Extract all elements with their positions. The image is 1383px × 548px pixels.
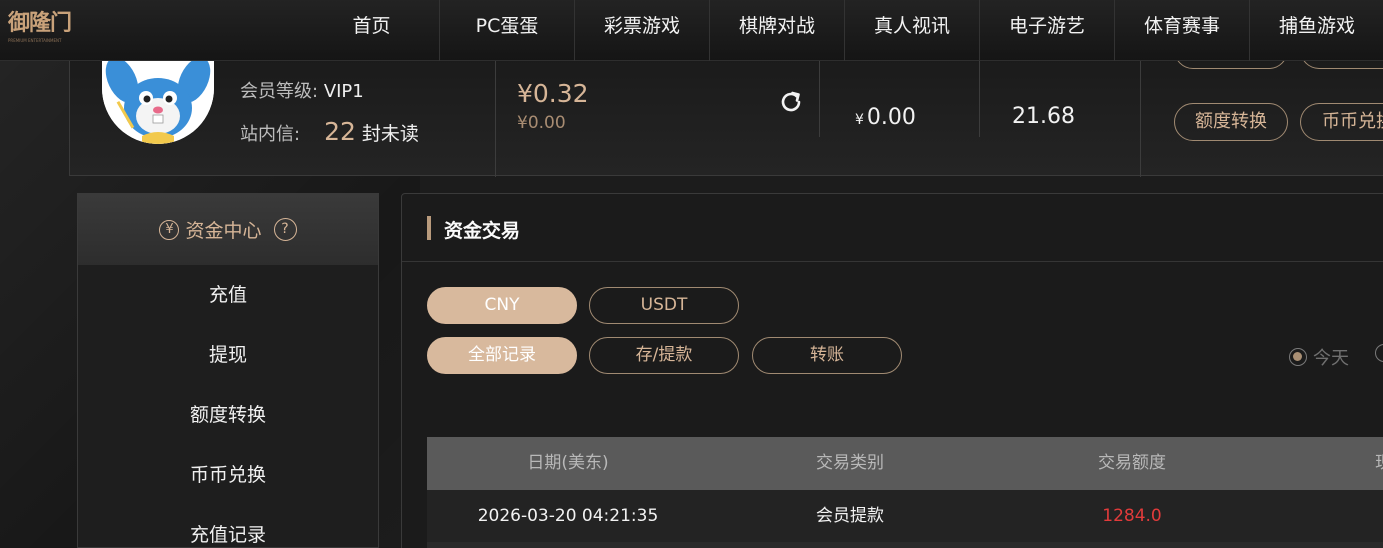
exchange-button[interactable]: 币币兑换 bbox=[1300, 103, 1383, 141]
other-balance: 21.68 bbox=[1012, 104, 1075, 129]
panel-header: 资金交易 bbox=[402, 194, 1383, 262]
funds-sidebar: ¥ 资金中心 ? 充值 提现 额度转换 币币兑换 充值记录 bbox=[77, 193, 379, 548]
cell-type: 会员提款 bbox=[816, 506, 884, 526]
sidebar-title: 资金中心 bbox=[185, 220, 262, 242]
panel-title: 资金交易 bbox=[444, 220, 521, 242]
wallet-balance-value: 0.00 bbox=[866, 105, 916, 130]
nav-item-fishing[interactable]: 捕鱼游戏 bbox=[1249, 0, 1383, 61]
divider bbox=[819, 61, 820, 137]
sidebar-item-transfer[interactable]: 额度转换 bbox=[78, 385, 378, 445]
unread-label: 封未读 bbox=[361, 123, 419, 145]
table-row bbox=[427, 542, 1383, 548]
vip-level-label: 会员等级: bbox=[240, 81, 319, 102]
table-row[interactable]: 2026-03-20 04:21:35 会员提款 1284.0 bbox=[427, 490, 1383, 542]
brand-logo-subtitle: PREMIUM ENTERTAINMENT bbox=[8, 38, 62, 43]
unread-count: 22 bbox=[324, 117, 356, 146]
account-summary: 会员等级: VIP1 站内信: 22 封未读 ¥0.32 ¥0.00 ¥0.00… bbox=[69, 31, 1383, 177]
transactions-table: 日期(美东) 交易类别 交易额度 现 2026-03-20 04:21:35 会… bbox=[427, 437, 1383, 548]
vip-level-value: VIP1 bbox=[323, 81, 364, 102]
col-header-more: 现 bbox=[1273, 437, 1383, 490]
inbox-summary[interactable]: 站内信: 22 封未读 bbox=[240, 117, 419, 146]
radio-checked-icon[interactable] bbox=[1289, 348, 1307, 366]
sidebar-item-withdraw[interactable]: 提现 bbox=[78, 325, 378, 385]
top-navbar: 御隆门 PREMIUM ENTERTAINMENT 首页 PC蛋蛋 彩票游戏 棋… bbox=[0, 0, 1383, 61]
sidebar-item-deposit-history[interactable]: 充值记录 bbox=[78, 505, 378, 548]
nav-item-pc-egg[interactable]: PC蛋蛋 bbox=[439, 0, 574, 61]
nav-item-slots[interactable]: 电子游艺 bbox=[979, 0, 1114, 61]
cell-more bbox=[1273, 490, 1383, 542]
help-icon[interactable]: ? bbox=[273, 218, 297, 241]
col-header-amount: 交易额度 bbox=[1098, 453, 1166, 473]
nav-item-lottery[interactable]: 彩票游戏 bbox=[574, 0, 709, 61]
yen-circle-icon: ¥ bbox=[159, 219, 180, 240]
date-filter-today-label: 今天 bbox=[1313, 348, 1349, 369]
main-balance: ¥0.32 bbox=[517, 79, 589, 108]
date-filter-today[interactable]: 今天 bbox=[1289, 344, 1349, 370]
brand-logo[interactable]: 御隆门 PREMIUM ENTERTAINMENT bbox=[8, 8, 78, 48]
divider bbox=[495, 45, 496, 177]
brand-logo-text: 御隆门 bbox=[8, 10, 72, 36]
sidebar-item-exchange[interactable]: 币币兑换 bbox=[78, 445, 378, 505]
transactions-panel: 资金交易 CNY USDT 全部记录 存/提款 转账 今天 日期(美东) 交易类… bbox=[401, 193, 1383, 548]
sidebar-item-deposit[interactable]: 充值 bbox=[78, 265, 378, 325]
wallet-balance: ¥0.00 bbox=[855, 105, 916, 130]
nav-item-sports[interactable]: 体育赛事 bbox=[1114, 0, 1249, 61]
tab-deposit-withdraw[interactable]: 存/提款 bbox=[589, 337, 739, 374]
tab-transfer[interactable]: 转账 bbox=[752, 337, 902, 374]
main-nav: 首页 PC蛋蛋 彩票游戏 棋牌对战 真人视讯 电子游艺 体育赛事 捕鱼游戏 bbox=[304, 0, 1383, 61]
wallet-currency: ¥ bbox=[855, 112, 864, 128]
vip-level: 会员等级: VIP1 bbox=[240, 77, 364, 103]
table-header: 日期(美东) 交易类别 交易额度 现 bbox=[427, 437, 1383, 490]
tab-currency-usdt[interactable]: USDT bbox=[589, 287, 739, 324]
cell-amount: 1284.0 bbox=[1102, 506, 1162, 526]
rabbit-avatar-icon bbox=[102, 58, 214, 144]
tab-all-records[interactable]: 全部记录 bbox=[427, 337, 577, 374]
inbox-label: 站内信: bbox=[240, 124, 301, 145]
divider bbox=[1140, 45, 1141, 177]
sub-balance: ¥0.00 bbox=[517, 113, 566, 133]
nav-item-home[interactable]: 首页 bbox=[304, 0, 439, 61]
col-header-date: 日期(美东) bbox=[527, 453, 609, 473]
divider bbox=[979, 61, 980, 137]
avatar[interactable] bbox=[102, 58, 214, 144]
transfer-button[interactable]: 额度转换 bbox=[1174, 103, 1288, 141]
cell-date: 2026-03-20 04:21:35 bbox=[477, 506, 659, 526]
nav-item-live-casino[interactable]: 真人视讯 bbox=[844, 0, 979, 61]
refresh-icon[interactable] bbox=[777, 88, 805, 116]
radio-unchecked-icon[interactable] bbox=[1375, 344, 1383, 362]
date-filter-next[interactable] bbox=[1375, 344, 1383, 362]
tab-currency-cny[interactable]: CNY bbox=[427, 287, 577, 324]
col-header-type: 交易类别 bbox=[816, 453, 884, 473]
sidebar-header: ¥ 资金中心 ? bbox=[78, 194, 378, 265]
title-accent-bar bbox=[427, 216, 431, 240]
nav-item-cards[interactable]: 棋牌对战 bbox=[709, 0, 844, 61]
